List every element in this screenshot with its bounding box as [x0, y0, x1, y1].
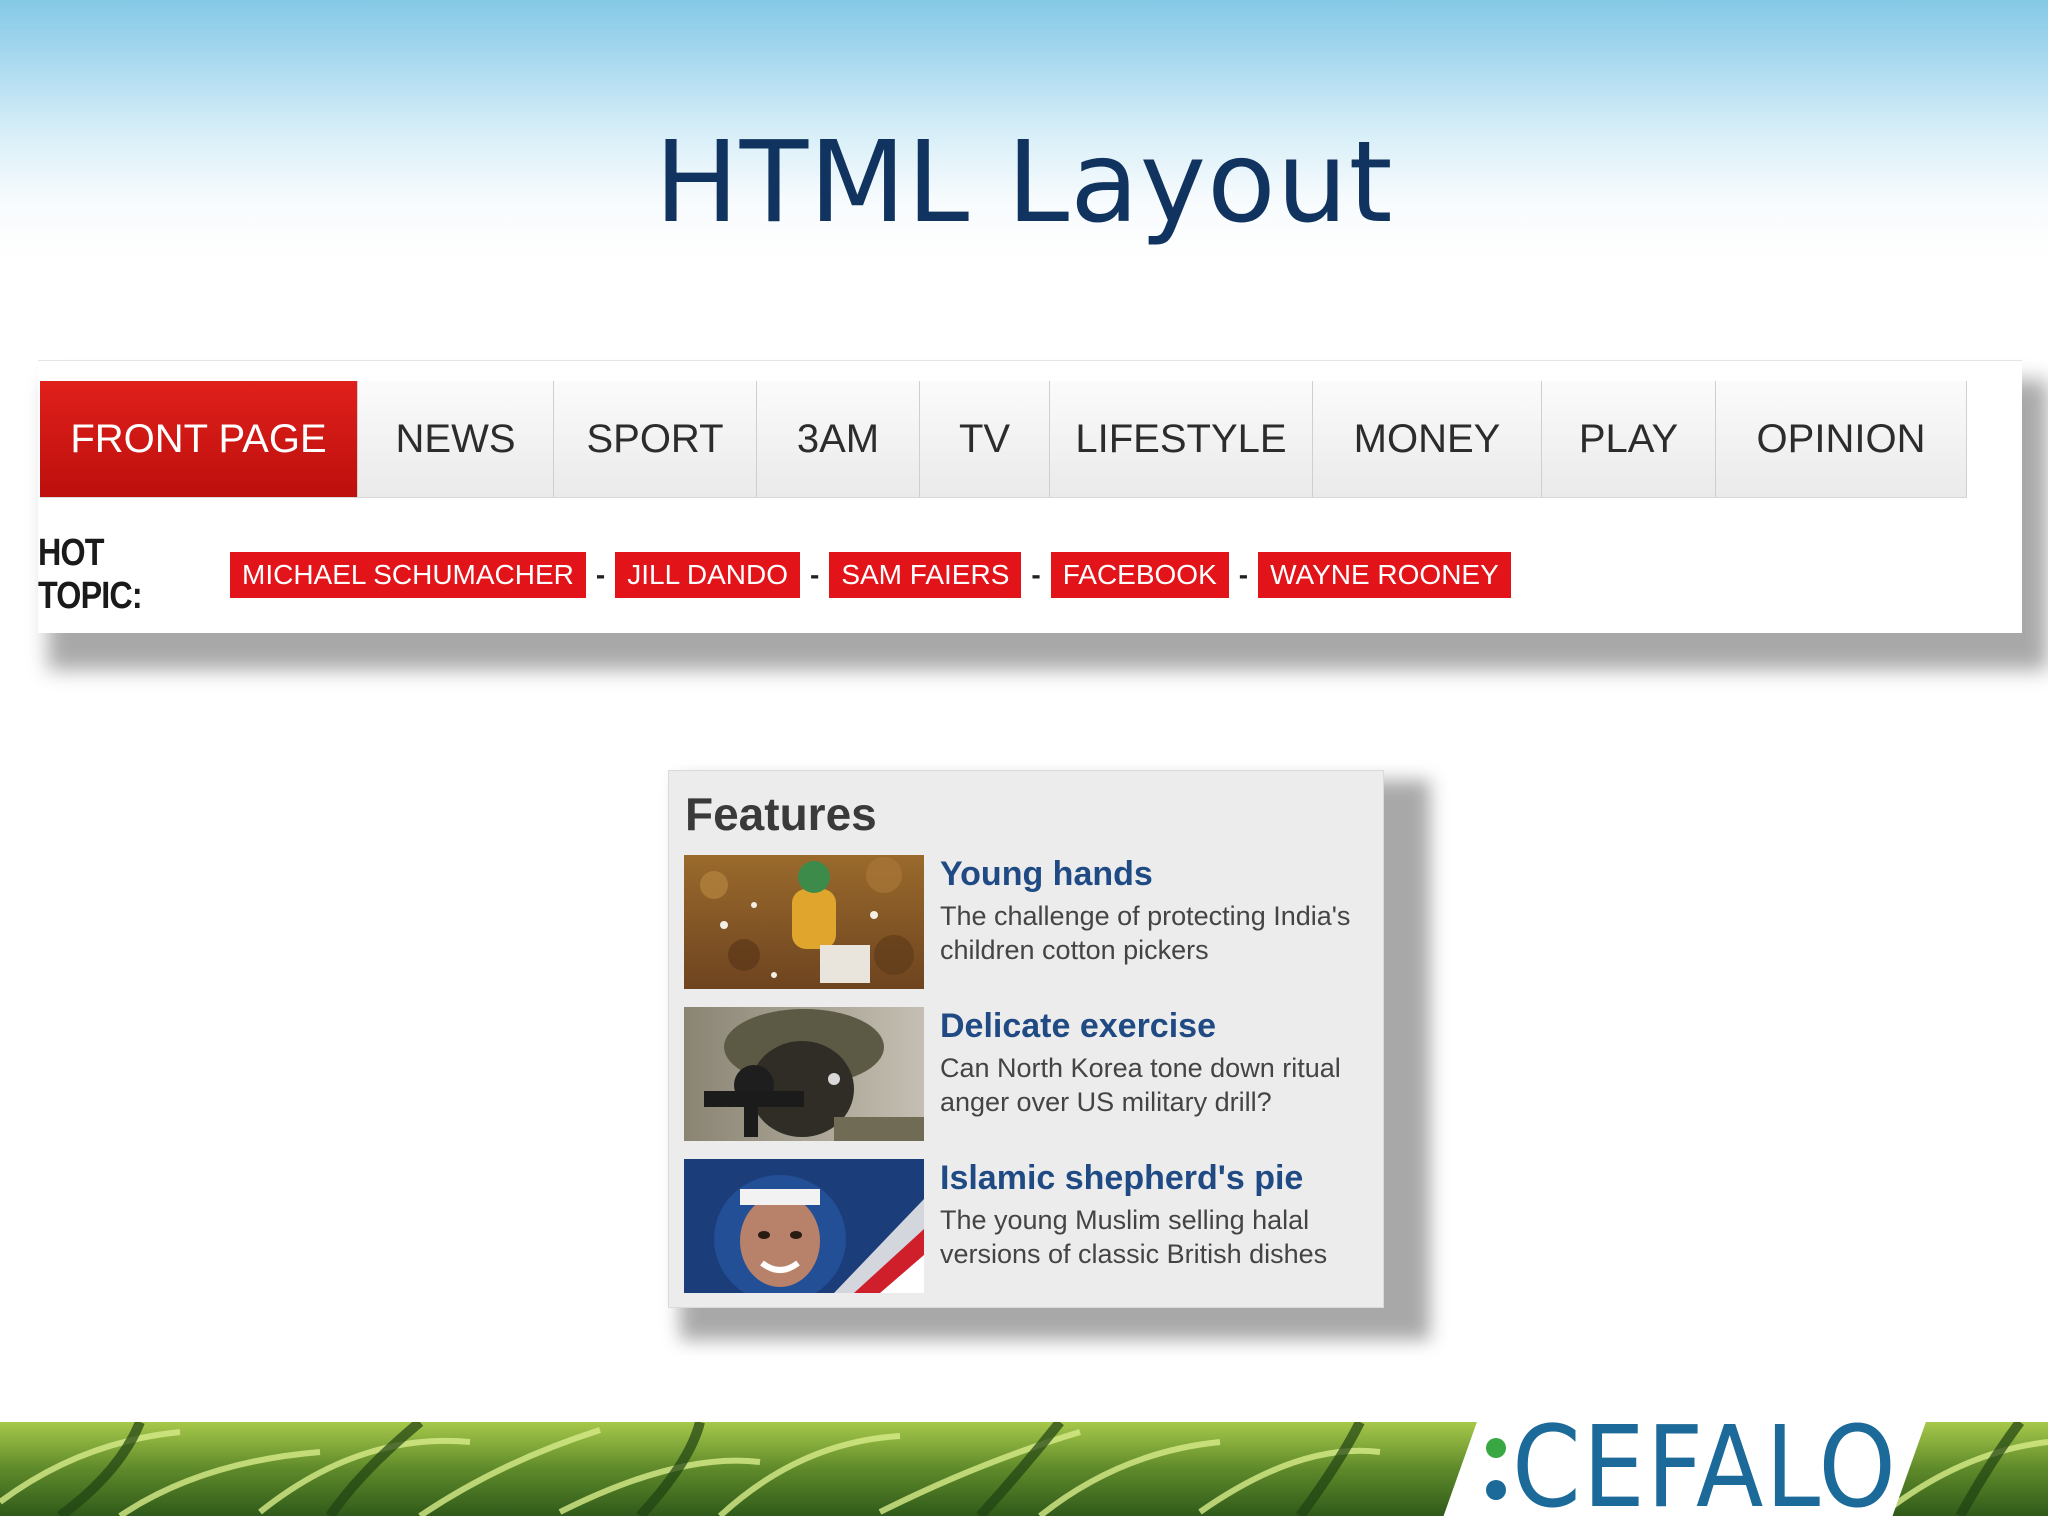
menu-item-news[interactable]: NEWS [358, 381, 554, 497]
woman-hijab-photo[interactable] [684, 1159, 924, 1293]
nav-panel: FRONT PAGE NEWS SPORT 3AM TV LIFESTYLE M… [38, 360, 2022, 633]
tag-separator: - [1031, 559, 1041, 590]
feature-summary: The challenge of protecting India's chil… [940, 901, 1351, 965]
slide-title: HTML Layout [654, 118, 1394, 248]
menu-item-tv[interactable]: TV [920, 381, 1050, 497]
feature-summary: Can North Korea tone down ritual anger o… [940, 1053, 1341, 1117]
hot-topic-tag[interactable]: SAM FAIERS [829, 552, 1022, 598]
menu-item-lifestyle[interactable]: LIFESTYLE [1050, 381, 1313, 497]
soldier-photo[interactable] [684, 1007, 924, 1141]
feature-headline[interactable]: Islamic shepherd's pie [940, 1159, 1303, 1198]
hot-topic-tag[interactable]: JILL DANDO [615, 552, 800, 598]
feature-headline[interactable]: Young hands [940, 855, 1153, 894]
hot-topic-tag[interactable]: MICHAEL SCHUMACHER [230, 552, 586, 598]
tag-separator: - [595, 559, 606, 590]
feature-summary: The young Muslim selling halal versions … [940, 1205, 1328, 1269]
feature-item[interactable]: Islamic shepherd's pie The young Muslim … [684, 1159, 1374, 1295]
hot-topic-tag[interactable]: FACEBOOK [1050, 552, 1229, 598]
menu-item-money[interactable]: MONEY [1313, 381, 1542, 497]
menu-item-sport[interactable]: SPORT [554, 381, 757, 497]
feature-headline[interactable]: Delicate exercise [940, 1007, 1216, 1046]
hot-topic-tag[interactable]: WAYNE ROONEY [1258, 552, 1511, 598]
hot-topic-label: HOT TOPIC: [38, 532, 143, 617]
logo-dots-icon [1486, 1438, 1506, 1500]
hot-topic-row: HOT TOPIC: MICHAEL SCHUMACHER - JILL DAN… [38, 532, 1511, 617]
main-menu-bar: FRONT PAGE NEWS SPORT 3AM TV LIFESTYLE M… [40, 381, 1967, 498]
menu-item-opinion[interactable]: OPINION [1716, 381, 1967, 497]
menu-item-front-page[interactable]: FRONT PAGE [40, 381, 358, 497]
features-title: Features [685, 788, 877, 840]
tag-separator: - [810, 559, 820, 590]
cotton-field-photo[interactable] [684, 855, 924, 989]
cefalo-logo: CEFALO [1512, 1403, 1898, 1533]
tag-separator: - [1238, 559, 1249, 590]
features-box: Features Young hands The challenge of pr… [668, 770, 1384, 1308]
feature-item[interactable]: Young hands The challenge of protecting … [684, 855, 1374, 991]
menu-item-play[interactable]: PLAY [1542, 381, 1716, 497]
feature-item[interactable]: Delicate exercise Can North Korea tone d… [684, 1007, 1374, 1143]
menu-item-3am[interactable]: 3AM [757, 381, 920, 497]
